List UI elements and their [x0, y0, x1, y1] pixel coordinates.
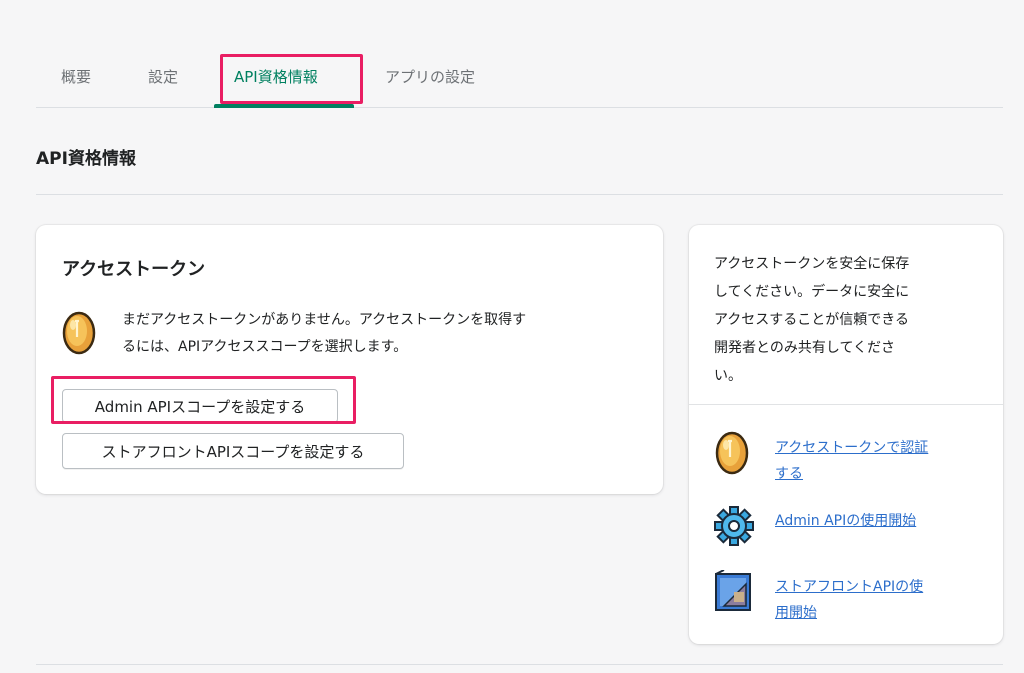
tab-overview[interactable]: 概要	[61, 66, 91, 87]
message-line: るには、APIアクセススコープを選択します。	[122, 339, 408, 355]
bottom-divider	[36, 664, 1003, 665]
token-coin-icon	[62, 311, 96, 355]
link-line: アクセストークンで認証	[775, 440, 929, 456]
link-line: 用開始	[775, 605, 817, 621]
page: 概要 設定 API資格情報 アプリの設定 API資格情報 アクセストークン まだ…	[0, 0, 1024, 673]
page-title: API資格情報	[36, 149, 136, 169]
no-token-message: まだアクセストークンがありません。アクセストークンを取得す るには、APIアクセ…	[122, 307, 642, 361]
info-side-card: アクセストークンを安全に保存 してください。データに安全に アクセスすることが信…	[689, 225, 1003, 644]
gear-icon	[714, 506, 754, 546]
token-safety-notice: アクセストークンを安全に保存 してください。データに安全に アクセスすることが信…	[714, 250, 984, 390]
tab-api-credentials[interactable]: API資格情報	[234, 66, 318, 87]
notice-line: アクセストークンを安全に保存	[714, 256, 910, 272]
notice-line: い。	[714, 368, 742, 384]
notice-line: してください。データに安全に	[714, 284, 910, 300]
tab-bar: 概要 設定 API資格情報 アプリの設定	[36, 44, 1003, 108]
tab-settings[interactable]: 設定	[148, 66, 178, 87]
tab-app-settings[interactable]: アプリの設定	[385, 66, 475, 87]
active-tab-indicator	[214, 104, 354, 108]
configure-admin-api-scopes-button[interactable]: Admin APIスコープを設定する	[62, 389, 338, 423]
side-card-divider	[689, 404, 1003, 405]
notice-line: アクセスすることが信頼できる	[714, 312, 910, 328]
auth-link-row: アクセストークンで認証 する	[714, 431, 984, 487]
admin-api-link-row: Admin APIの使用開始	[714, 504, 984, 548]
storefront-api-link-row: ストアフロントAPIの使 用開始	[714, 570, 984, 626]
link-line: する	[775, 466, 803, 482]
link-line: Admin APIの使用開始	[775, 513, 917, 529]
notice-line: 開発者とのみ共有してくださ	[714, 340, 896, 356]
configure-storefront-api-scopes-button[interactable]: ストアフロントAPIスコープを設定する	[62, 433, 404, 469]
card-title: アクセストークン	[62, 259, 206, 280]
auth-with-token-link[interactable]: アクセストークンで認証 する	[775, 435, 985, 487]
link-line: ストアフロントAPIの使	[775, 579, 924, 595]
access-token-card: アクセストークン まだアクセストークンがありません。アクセストークンを取得す る…	[36, 225, 663, 494]
token-coin-icon	[715, 431, 749, 475]
admin-api-getting-started-link[interactable]: Admin APIの使用開始	[775, 508, 985, 534]
section-divider	[36, 194, 1003, 195]
storefront-icon	[715, 570, 751, 611]
message-line: まだアクセストークンがありません。アクセストークンを取得す	[122, 312, 527, 328]
storefront-api-getting-started-link[interactable]: ストアフロントAPIの使 用開始	[775, 574, 985, 626]
